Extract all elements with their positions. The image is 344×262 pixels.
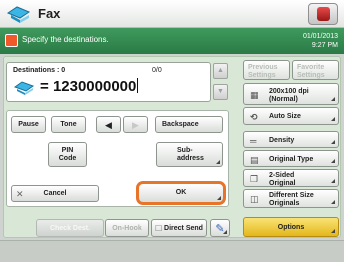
down-arrow-icon: ▼	[217, 88, 224, 95]
options-button[interactable]: Options	[243, 217, 339, 237]
direct-send-button[interactable]: ☐ Direct Send	[151, 219, 207, 237]
destinations-label: Destinations : 0	[13, 67, 66, 74]
bottom-strip	[0, 240, 344, 262]
ok-button[interactable]: OK	[136, 181, 226, 205]
previous-settings-button[interactable]: Previous Settings	[243, 60, 290, 80]
warning-icon	[5, 34, 18, 47]
scroll-up-button[interactable]: ▲	[213, 63, 228, 79]
destination-number-field[interactable]: = 1230000000	[40, 78, 139, 95]
status-monitor-button[interactable]	[308, 3, 338, 25]
backspace-button[interactable]: Backspace	[155, 116, 223, 133]
two-sided-original-button[interactable]: ❐ 2-Sided Original	[243, 169, 339, 187]
edit-button[interactable]: ✎	[210, 219, 230, 237]
scan-size-button[interactable]: ⟲ Auto Size	[243, 107, 339, 125]
on-hook-button[interactable]: On-Hook	[105, 219, 149, 237]
right-arrow-icon: ▶	[132, 120, 139, 130]
cursor-right-button[interactable]: ▶	[123, 116, 148, 133]
cancel-button[interactable]: ✕ Cancel	[11, 185, 99, 202]
pause-button[interactable]: Pause	[11, 116, 46, 133]
cursor-left-button[interactable]: ◀	[96, 116, 121, 133]
favorite-settings-button[interactable]: Favorite Settings	[292, 60, 339, 80]
text-cursor	[137, 78, 139, 93]
date-text: 01/01/2013	[302, 33, 338, 40]
clock: 01/01/2013 9:27 PM	[303, 32, 338, 50]
scroll-down-button[interactable]: ▼	[213, 84, 228, 100]
destinations-count: 0/0	[152, 67, 162, 74]
check-dest-button[interactable]: Check Dest.	[36, 219, 104, 237]
status-icon	[317, 7, 330, 21]
destination-number: 1230000000	[52, 78, 137, 95]
different-size-originals-button[interactable]: ◫ Different Size Originals	[243, 189, 339, 208]
fax-app-icon	[6, 6, 31, 23]
up-arrow-icon: ▲	[217, 67, 224, 74]
different-size-icon: ◫	[250, 194, 259, 204]
sub-address-button[interactable]: Sub- address	[156, 142, 223, 167]
instruction-text: Specify the destinations.	[22, 35, 109, 44]
time-text: 9:27 PM	[311, 42, 338, 49]
original-type-button[interactable]: ▤ Original Type	[243, 150, 339, 167]
resolution-button[interactable]: ▦ 200x100 dpi (Normal)	[243, 83, 339, 105]
resolution-icon: ▦	[250, 90, 259, 100]
scan-size-icon: ⟲	[250, 112, 258, 122]
message-bar: Specify the destinations. 01/01/2013 9:2…	[0, 28, 344, 54]
original-type-icon: ▤	[250, 155, 259, 165]
app-title: Fax	[38, 6, 61, 21]
two-sided-icon: ❐	[250, 174, 259, 184]
fax-icon	[13, 81, 35, 95]
density-button[interactable]: ═ Density	[243, 131, 339, 148]
left-arrow-icon: ◀	[105, 120, 112, 130]
title-bar: Fax	[0, 0, 344, 28]
tone-button[interactable]: Tone	[51, 116, 86, 133]
pin-code-button[interactable]: PIN Code	[48, 142, 87, 167]
density-icon: ═	[250, 136, 257, 146]
